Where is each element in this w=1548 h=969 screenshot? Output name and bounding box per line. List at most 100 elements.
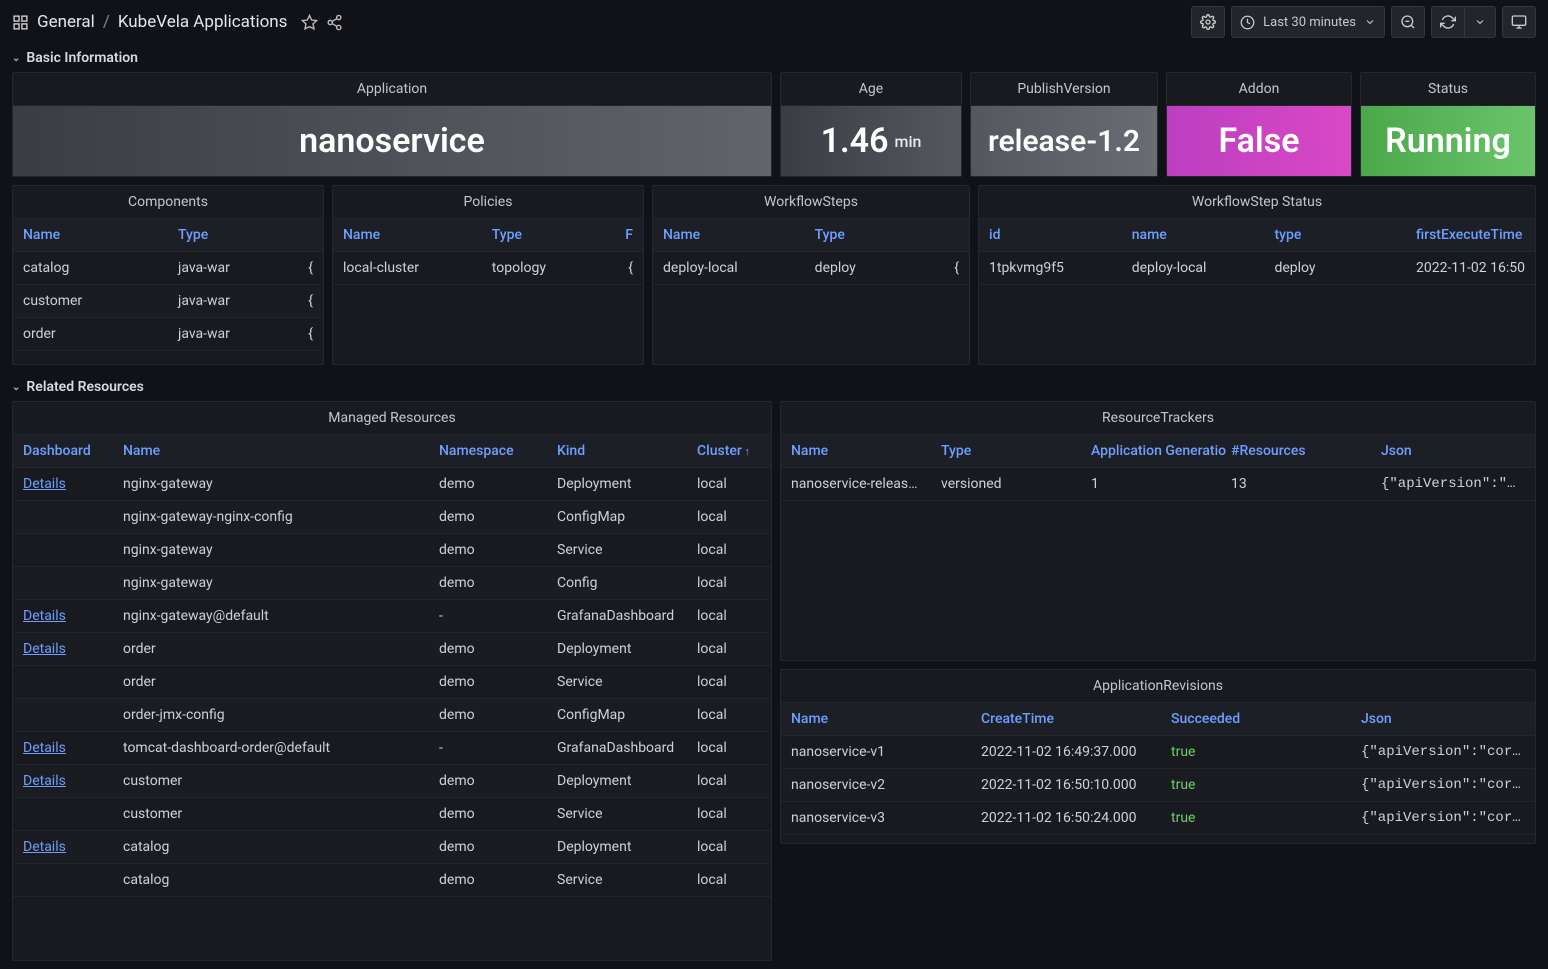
cell-dashboard[interactable]: Details <box>13 468 113 501</box>
col-name[interactable]: Name <box>13 219 168 252</box>
star-icon[interactable] <box>301 14 318 31</box>
col-firstexecute[interactable]: firstExecuteTime <box>1406 219 1535 252</box>
col-name[interactable]: Name <box>781 703 971 736</box>
cell: local <box>687 699 771 732</box>
col-appgen[interactable]: Application Generatio <box>1081 435 1221 468</box>
table-row[interactable]: nginx-gatewaydemoConfiglocal <box>13 567 771 600</box>
col-more[interactable]: F <box>615 219 643 252</box>
table-row[interactable]: catalogdemoServicelocal <box>13 864 771 897</box>
cell: demo <box>429 699 547 732</box>
breadcrumb-folder[interactable]: General <box>37 12 95 32</box>
col-type[interactable]: Type <box>482 219 615 252</box>
col-name[interactable]: Name <box>653 219 805 252</box>
table-row[interactable]: Detailsnginx-gatewaydemoDeploymentlocal <box>13 468 771 501</box>
col-type[interactable]: Type <box>805 219 945 252</box>
cell: - <box>429 732 547 765</box>
table-row[interactable]: nginx-gateway-nginx-configdemoConfigMapl… <box>13 501 771 534</box>
col-more[interactable] <box>944 219 969 252</box>
cell: deploy <box>1264 252 1406 285</box>
cell: local <box>687 468 771 501</box>
cell: GrafanaDashboard <box>547 732 687 765</box>
stat-publish-value: release-1.2 <box>971 106 1157 176</box>
cell: demo <box>429 831 547 864</box>
cell: nginx-gateway@default <box>113 600 429 633</box>
zoom-out-button[interactable] <box>1391 6 1425 38</box>
table-row[interactable]: deploy-localdeploy{ <box>653 252 969 285</box>
table-row[interactable]: nginx-gatewaydemoServicelocal <box>13 534 771 567</box>
table-row[interactable]: order-jmx-configdemoConfigMaplocal <box>13 699 771 732</box>
tv-mode-button[interactable] <box>1502 6 1536 38</box>
section-basic-information[interactable]: ⌄ Basic Information <box>0 44 1548 72</box>
col-succeeded[interactable]: Succeeded <box>1161 703 1351 736</box>
table-row[interactable]: catalogjava-war{ <box>13 252 323 285</box>
cell-dashboard[interactable]: Details <box>13 600 113 633</box>
share-icon[interactable] <box>326 14 343 31</box>
table-row[interactable]: DetailscustomerdemoDeploymentlocal <box>13 765 771 798</box>
table-row[interactable]: Detailsnginx-gateway@default-GrafanaDash… <box>13 600 771 633</box>
time-range-label: Last 30 minutes <box>1263 15 1356 30</box>
col-json[interactable]: Json <box>1371 435 1535 468</box>
cell: true <box>1161 802 1351 835</box>
cell: ConfigMap <box>547 501 687 534</box>
table-row[interactable]: orderjava-war{ <box>13 318 323 351</box>
cell: customer <box>13 285 168 318</box>
table-row[interactable]: orderdemoServicelocal <box>13 666 771 699</box>
col-json[interactable]: Json <box>1351 703 1535 736</box>
table-row[interactable]: nanoservice-release…versioned113{"apiVer… <box>781 468 1535 501</box>
table-row[interactable]: nanoservice-v12022-11-02 16:49:37.000tru… <box>781 736 1535 769</box>
cell: local <box>687 600 771 633</box>
col-kind[interactable]: Kind <box>547 435 687 468</box>
time-range-button[interactable]: Last 30 minutes <box>1231 6 1385 38</box>
cell: local <box>687 732 771 765</box>
table-row[interactable]: 1tpkvmg9f5deploy-localdeploy2022-11-02 1… <box>979 252 1535 285</box>
panel-status: Status Running <box>1360 72 1536 177</box>
cell: customer <box>113 798 429 831</box>
col-type[interactable]: Type <box>168 219 298 252</box>
cell: demo <box>429 864 547 897</box>
cell-dashboard[interactable]: Details <box>13 732 113 765</box>
col-name[interactable]: Name <box>113 435 429 468</box>
section-related-resources[interactable]: ⌄ Related Resources <box>0 373 1548 401</box>
col-dashboard[interactable]: Dashboard <box>13 435 113 468</box>
table-row[interactable]: Detailstomcat-dashboard-order@default-Gr… <box>13 732 771 765</box>
col-createtime[interactable]: CreateTime <box>971 703 1161 736</box>
col-name[interactable]: name <box>1122 219 1265 252</box>
col-name[interactable]: Name <box>333 219 482 252</box>
panel-title: Addon <box>1167 73 1351 106</box>
col-more[interactable] <box>298 219 323 252</box>
cell: local-cluster <box>333 252 482 285</box>
col-namespace[interactable]: Namespace <box>429 435 547 468</box>
col-cluster[interactable]: Cluster <box>687 435 771 468</box>
refresh-interval-button[interactable] <box>1464 6 1496 38</box>
col-type[interactable]: Type <box>931 435 1081 468</box>
cell: Service <box>547 666 687 699</box>
col-resources[interactable]: #Resources <box>1221 435 1371 468</box>
breadcrumb-dashboard[interactable]: KubeVela Applications <box>118 12 288 32</box>
refresh-button-group <box>1431 6 1496 38</box>
cell: deploy <box>805 252 945 285</box>
refresh-button[interactable] <box>1431 6 1464 38</box>
cell-dashboard[interactable]: Details <box>13 765 113 798</box>
table-row[interactable]: customerdemoServicelocal <box>13 798 771 831</box>
table-row[interactable]: local-clustertopology{ <box>333 252 643 285</box>
table-row[interactable]: DetailscatalogdemoDeploymentlocal <box>13 831 771 864</box>
table-row[interactable]: nanoservice-v22022-11-02 16:50:10.000tru… <box>781 769 1535 802</box>
col-type[interactable]: type <box>1264 219 1406 252</box>
table-row[interactable]: DetailsorderdemoDeploymentlocal <box>13 633 771 666</box>
panel-title: Components <box>13 186 323 219</box>
cell-dashboard[interactable]: Details <box>13 633 113 666</box>
chevron-down-icon: ⌄ <box>12 382 20 393</box>
cell: 2022-11-02 16:50:24.000 <box>971 802 1161 835</box>
settings-button[interactable] <box>1191 6 1225 38</box>
col-name[interactable]: Name <box>781 435 931 468</box>
table-row[interactable]: nanoservice-v32022-11-02 16:50:24.000tru… <box>781 802 1535 835</box>
panel-workflowstep-status: WorkflowStep Status id name type firstEx… <box>978 185 1536 365</box>
table-row[interactable]: customerjava-war{ <box>13 285 323 318</box>
panel-application: Application nanoservice <box>12 72 772 177</box>
col-id[interactable]: id <box>979 219 1122 252</box>
dashboard-grid-icon[interactable] <box>12 14 29 31</box>
stats-row: Application nanoservice Age 1.46 min Pub… <box>0 72 1548 185</box>
cell: java-war <box>168 285 298 318</box>
stat-age-value: 1.46 <box>821 121 889 161</box>
cell-dashboard[interactable]: Details <box>13 831 113 864</box>
